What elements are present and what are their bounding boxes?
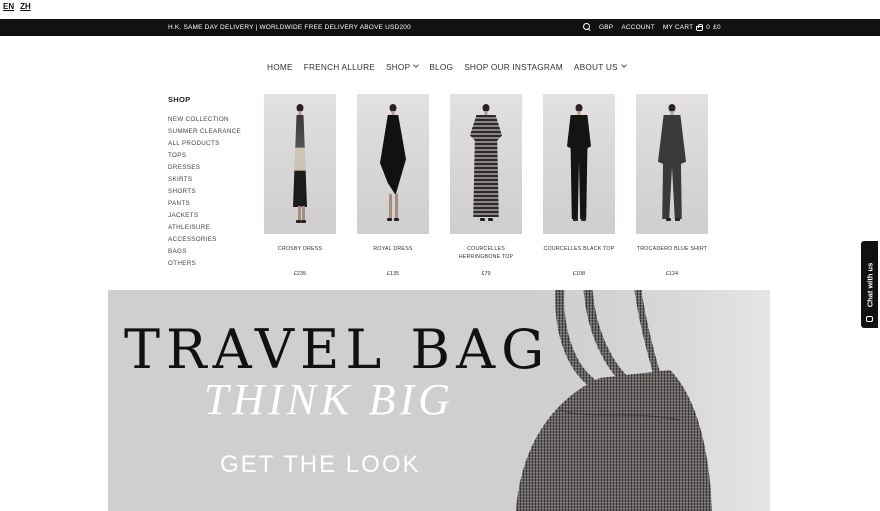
sidebar-item-new-collection[interactable]: NEW COLLECTION: [168, 116, 241, 128]
product-card[interactable]: CROSBY DRESS £235: [264, 94, 336, 277]
chevron-down-icon: [620, 62, 627, 68]
product-price: £79: [481, 271, 491, 277]
search-icon[interactable]: [583, 23, 591, 31]
nav-shop[interactable]: SHOP: [386, 62, 420, 72]
nav-shop-label: SHOP: [386, 62, 411, 72]
sidebar-item-accessories[interactable]: ACCESSORIES: [168, 236, 241, 248]
get-the-look-button[interactable]: GET THE LOOK: [220, 451, 421, 479]
sidebar-item-bags[interactable]: BAGS: [168, 248, 241, 260]
product-name[interactable]: COURCELLES HERRINGBONE TOP: [450, 245, 522, 269]
product-price: £235: [293, 271, 307, 277]
cart-total: £0: [713, 23, 721, 31]
banner-title: TRAVEL BAG: [124, 318, 551, 381]
chat-label: Chat with us: [865, 262, 874, 307]
product-image[interactable]: [357, 94, 429, 234]
chat-bubble-icon: [866, 316, 873, 322]
product-name[interactable]: COURCELLES BLACK TOP: [543, 245, 615, 269]
account-link[interactable]: ACCOUNT: [621, 24, 655, 31]
product-card[interactable]: COURCELLES BLACK TOP £108: [543, 94, 615, 277]
nav-french-allure-label: FRENCH ALLURE: [303, 62, 375, 72]
sidebar-heading: SHOP: [168, 95, 191, 104]
nav-instagram-label: SHOP OUR INSTAGRAM: [464, 62, 563, 72]
promo-text: H.K. SAME DAY DELIVERY | WORLDWIDE FREE …: [168, 24, 411, 31]
product-card[interactable]: COURCELLES HERRINGBONE TOP £79: [450, 94, 522, 277]
nav-blog[interactable]: BLOG: [429, 62, 453, 72]
shop-sidebar: SHOP NEW COLLECTION SUMMER CLEARANCE ALL…: [168, 95, 241, 272]
sidebar-item-shorts[interactable]: SHORTS: [168, 188, 241, 200]
banner-subtitle: THINK BIG: [204, 375, 454, 424]
sidebar-list: NEW COLLECTION SUMMER CLEARANCE ALL PROD…: [168, 116, 241, 272]
product-card[interactable]: TROCADERO BLUE SHIRT £124: [636, 94, 708, 277]
sidebar-item-summer-clearance[interactable]: SUMMER CLEARANCE: [168, 128, 241, 140]
sidebar-item-jackets[interactable]: JACKETS: [168, 212, 241, 224]
hero-banner[interactable]: TRAVEL BAG THINK BIG GET THE LOOK: [108, 290, 770, 511]
product-price: £108: [572, 271, 586, 277]
sidebar-item-pants[interactable]: PANTS: [168, 200, 241, 212]
sidebar-item-dresses[interactable]: DRESSES: [168, 164, 241, 176]
sidebar-item-all-products[interactable]: ALL PRODUCTS: [168, 140, 241, 152]
product-price: £124: [665, 271, 679, 277]
product-image[interactable]: [264, 94, 336, 234]
nav-instagram[interactable]: SHOP OUR INSTAGRAM: [464, 62, 563, 72]
cart-count: 0: [706, 23, 711, 31]
sidebar-item-others[interactable]: OTHERS: [168, 260, 241, 272]
lang-en-link[interactable]: EN: [3, 2, 14, 11]
language-switcher: EN ZH: [3, 2, 31, 11]
sidebar-item-skirts[interactable]: SKIRTS: [168, 176, 241, 188]
cart-label: MY CART: [662, 23, 694, 31]
product-name[interactable]: ROYAL DRESS: [357, 245, 429, 269]
product-price: £135: [386, 271, 400, 277]
chevron-down-icon: [413, 62, 420, 68]
sidebar-item-athleisure[interactable]: ATHLEISURE: [168, 224, 241, 236]
cart-link[interactable]: MY CART 0 £0: [662, 23, 721, 31]
currency-selector[interactable]: GBP: [599, 24, 613, 31]
nav-home-label: HOME: [267, 62, 293, 72]
product-card[interactable]: ROYAL DRESS £135: [357, 94, 429, 277]
product-image[interactable]: [450, 94, 522, 234]
top-bar-tools: GBP ACCOUNT MY CART 0 £0: [583, 23, 721, 31]
sidebar-item-tops[interactable]: TOPS: [168, 152, 241, 164]
nav-about-label: ABOUT US: [573, 62, 618, 72]
main-nav: HOME FRENCH ALLURE SHOP BLOG SHOP OUR IN…: [267, 62, 627, 72]
lang-zh-link[interactable]: ZH: [20, 2, 31, 11]
top-bar: H.K. SAME DAY DELIVERY | WORLDWIDE FREE …: [0, 19, 880, 36]
nav-home[interactable]: HOME: [267, 62, 293, 72]
product-name[interactable]: CROSBY DRESS: [264, 245, 336, 269]
cart-icon: [696, 23, 704, 31]
nav-french-allure[interactable]: FRENCH ALLURE: [304, 62, 375, 72]
product-image[interactable]: [636, 94, 708, 234]
nav-blog-label: BLOG: [429, 62, 454, 72]
chat-widget-button[interactable]: Chat with us: [861, 241, 878, 328]
nav-about[interactable]: ABOUT US: [573, 62, 627, 72]
product-grid: CROSBY DRESS £235 ROYAL DRESS £135 COURC…: [264, 94, 708, 277]
product-name[interactable]: TROCADERO BLUE SHIRT: [636, 245, 708, 269]
product-image[interactable]: [543, 94, 615, 234]
